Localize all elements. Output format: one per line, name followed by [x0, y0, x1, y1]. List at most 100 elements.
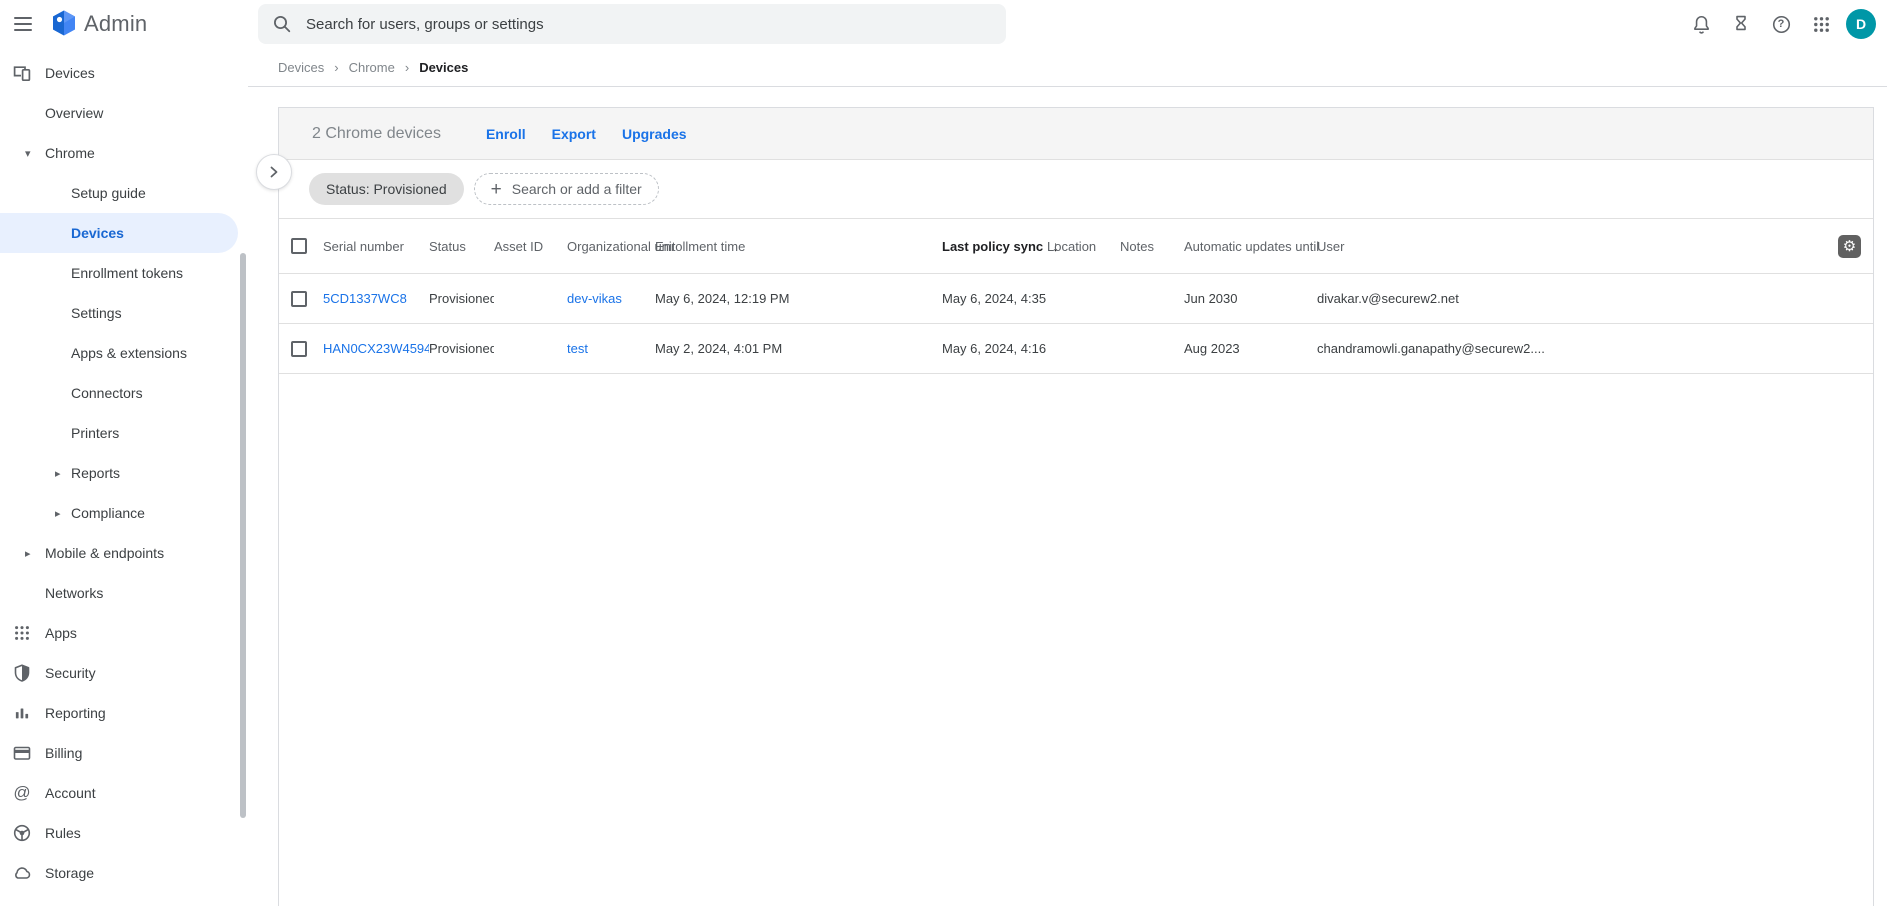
- hourglass-icon: [1731, 14, 1751, 34]
- devices-icon: [11, 62, 33, 84]
- help-button[interactable]: ?: [1761, 4, 1801, 44]
- sidebar-nav: Devices Overview ▾ Chrome Setup guide De…: [0, 48, 248, 906]
- gear-icon: ⚙: [1843, 239, 1856, 254]
- sidebar-item-label: Storage: [45, 865, 94, 881]
- export-button[interactable]: Export: [552, 126, 596, 142]
- column-header-org-unit[interactable]: Organizational unit: [567, 239, 655, 254]
- cell-auto-updates: Jun 2030: [1184, 291, 1317, 306]
- breadcrumb-chrome[interactable]: Chrome: [349, 60, 395, 75]
- cell-org-unit[interactable]: dev-vikas: [567, 291, 655, 306]
- sidebar-item-enrollment-tokens[interactable]: Enrollment tokens: [0, 253, 238, 293]
- sidebar-item-label: Reports: [71, 465, 120, 481]
- breadcrumb-separator-icon: ›: [334, 60, 338, 75]
- cell-auto-updates: Aug 2023: [1184, 341, 1317, 356]
- sidebar-item-storage[interactable]: Storage: [0, 853, 238, 893]
- column-header-asset-id[interactable]: Asset ID: [494, 239, 567, 254]
- sidebar-item-label: Connectors: [71, 385, 143, 401]
- sidebar-item-mobile-endpoints[interactable]: ▸ Mobile & endpoints: [0, 533, 238, 573]
- search-input[interactable]: [306, 16, 946, 33]
- sidebar-item-networks[interactable]: Networks: [0, 573, 238, 613]
- column-header-enrollment-time[interactable]: Enrollment time: [655, 239, 942, 254]
- sidebar-item-compliance[interactable]: ▸ Compliance: [0, 493, 238, 533]
- column-header-location[interactable]: Location: [1047, 239, 1120, 254]
- breadcrumb-separator-icon: ›: [405, 60, 409, 75]
- chevron-right-icon: ▸: [55, 507, 61, 520]
- cloud-icon: [11, 862, 33, 884]
- device-count-title: 2 Chrome devices: [312, 125, 441, 143]
- add-filter-button[interactable]: + Search or add a filter: [474, 173, 659, 205]
- sidebar-item-label: Reporting: [45, 705, 106, 721]
- cell-last-policy-sync: May 6, 2024, 4:16 PM: [942, 341, 1047, 356]
- sidebar-item-printers[interactable]: Printers: [0, 413, 238, 453]
- sidebar-item-setup-guide[interactable]: Setup guide: [0, 173, 238, 213]
- sidebar-item-label: Enrollment tokens: [71, 265, 183, 281]
- tasks-button[interactable]: [1721, 4, 1761, 44]
- column-header-user[interactable]: User: [1317, 239, 1873, 254]
- chevron-down-icon: ▾: [25, 147, 31, 160]
- sidebar-item-connectors[interactable]: Connectors: [0, 373, 238, 413]
- sidebar-item-account[interactable]: @ Account: [0, 773, 238, 813]
- enroll-button[interactable]: Enroll: [486, 126, 526, 142]
- sidebar-item-label: Setup guide: [71, 185, 146, 201]
- sidebar-item-label: Rules: [45, 825, 81, 841]
- table-row: HAN0CX23W459438 Provisioned test May 2, …: [279, 324, 1873, 374]
- sidebar-item-label: Printers: [71, 425, 119, 441]
- account-avatar[interactable]: D: [1846, 9, 1876, 39]
- chevron-right-icon: ▸: [25, 547, 31, 560]
- bar-chart-icon: [11, 702, 33, 724]
- breadcrumb-current: Devices: [419, 60, 468, 75]
- cell-serial[interactable]: 5CD1337WC8: [323, 291, 429, 306]
- status-filter-chip[interactable]: Status: Provisioned: [309, 173, 464, 205]
- cell-serial[interactable]: HAN0CX23W459438: [323, 341, 429, 356]
- sidebar-scrollbar[interactable]: [240, 253, 246, 818]
- breadcrumb: Devices › Chrome › Devices: [248, 48, 1887, 87]
- top-bar: Admin ?: [0, 0, 1887, 48]
- cell-last-policy-sync: May 6, 2024, 4:35 PM: [942, 291, 1047, 306]
- notifications-button[interactable]: [1681, 4, 1721, 44]
- cell-org-unit[interactable]: test: [567, 341, 655, 356]
- sidebar-item-settings[interactable]: Settings: [0, 293, 238, 333]
- column-header-serial[interactable]: Serial number: [323, 239, 429, 254]
- chevron-right-icon: [264, 162, 284, 182]
- sidebar-item-security[interactable]: Security: [0, 653, 238, 693]
- table-header-row: Serial number Status Asset ID Organizati…: [279, 219, 1873, 274]
- sidebar-item-reports[interactable]: ▸ Reports: [0, 453, 238, 493]
- row-checkbox[interactable]: [291, 341, 307, 357]
- cell-enrollment-time: May 2, 2024, 4:01 PM: [655, 341, 942, 356]
- table-row: 5CD1337WC8 Provisioned dev-vikas May 6, …: [279, 274, 1873, 324]
- search-icon: [272, 14, 292, 34]
- wheel-icon: [11, 822, 33, 844]
- manage-columns-button[interactable]: ⚙: [1838, 235, 1861, 258]
- upgrades-button[interactable]: Upgrades: [622, 126, 687, 142]
- cell-user: chandramowli.ganapathy@securew2....: [1317, 341, 1873, 356]
- sidebar-item-billing[interactable]: Billing: [0, 733, 238, 773]
- row-checkbox[interactable]: [291, 291, 307, 307]
- shield-icon: [11, 662, 33, 684]
- sidebar-item-devices[interactable]: Devices: [0, 53, 238, 93]
- header-checkbox-cell: [279, 238, 323, 254]
- cell-status: Provisioned: [429, 341, 494, 356]
- chevron-right-icon: ▸: [55, 467, 61, 480]
- sidebar-item-reporting[interactable]: Reporting: [0, 693, 238, 733]
- breadcrumb-devices[interactable]: Devices: [278, 60, 324, 75]
- sidebar-item-chrome-devices[interactable]: Devices: [0, 213, 238, 253]
- sidebar-item-label: Apps & extensions: [71, 345, 187, 361]
- column-header-auto-updates[interactable]: Automatic updates until: [1184, 239, 1317, 254]
- sidebar-item-rules[interactable]: Rules: [0, 813, 238, 853]
- bell-icon: [1691, 14, 1712, 35]
- sidebar-item-overview[interactable]: Overview: [0, 93, 238, 133]
- sidebar-item-label: Chrome: [45, 145, 95, 161]
- select-all-checkbox[interactable]: [291, 238, 307, 254]
- admin-logo-icon: [50, 9, 78, 37]
- sidebar-item-apps-extensions[interactable]: Apps & extensions: [0, 333, 238, 373]
- sidebar-item-chrome[interactable]: ▾ Chrome: [0, 133, 238, 173]
- sidebar-collapse-toggle[interactable]: [256, 154, 292, 190]
- column-header-notes[interactable]: Notes: [1120, 239, 1184, 254]
- apps-launcher-button[interactable]: [1801, 4, 1841, 44]
- sidebar-item-apps[interactable]: Apps: [0, 613, 238, 653]
- column-header-status[interactable]: Status: [429, 239, 494, 254]
- sidebar-item-label: Networks: [45, 585, 103, 601]
- sidebar-item-label: Mobile & endpoints: [45, 545, 164, 561]
- menu-icon[interactable]: [14, 14, 38, 34]
- column-header-last-policy-sync[interactable]: Last policy sync↓: [942, 238, 1047, 254]
